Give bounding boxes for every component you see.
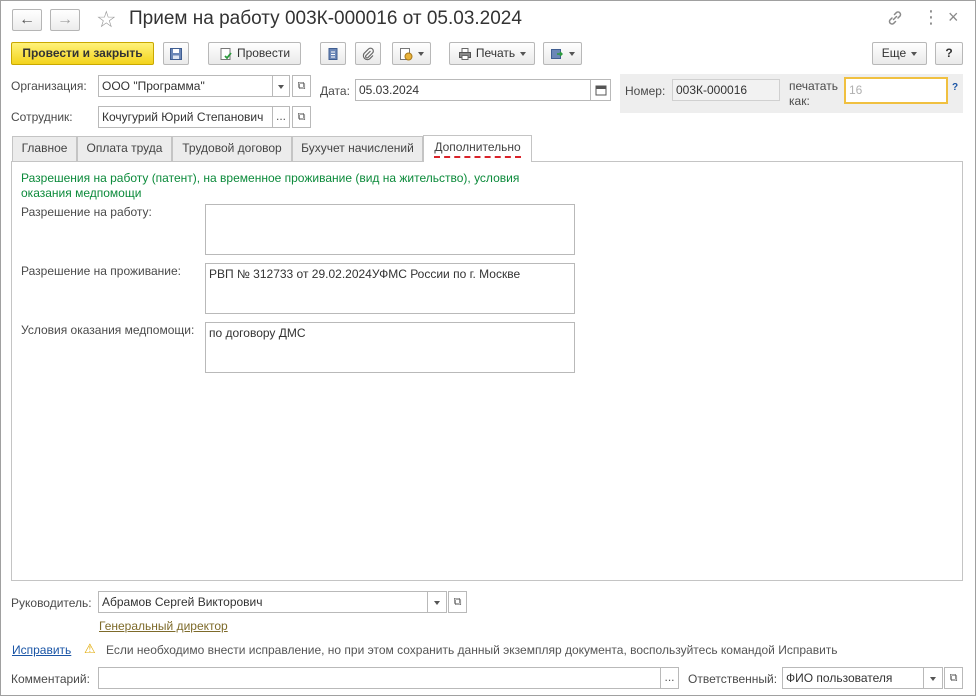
responsible-dropdown-button[interactable]	[923, 667, 943, 689]
responsible-field[interactable]: ФИО пользователя	[782, 667, 924, 689]
more-button[interactable]: Еще	[872, 42, 927, 65]
manager-field[interactable]: Абрамов Сергей Викторович	[98, 591, 428, 613]
manager-open-button[interactable]: ⧉	[448, 591, 467, 613]
tab-main[interactable]: Главное	[12, 136, 77, 161]
open-icon: ⧉	[297, 111, 306, 123]
number-label: Номер:	[625, 84, 666, 98]
post-and-close-button[interactable]: Провести и закрыть	[11, 42, 154, 65]
create-based-on-icon	[400, 47, 413, 61]
comment-field[interactable]	[98, 667, 661, 689]
link-icon[interactable]	[886, 9, 904, 32]
save-icon	[170, 47, 182, 60]
list-icon	[328, 47, 338, 60]
attach-files-button[interactable]	[355, 42, 381, 65]
post-button-label: Провести	[236, 46, 291, 60]
print-as-label-2: как:	[789, 94, 810, 108]
open-icon: ⧉	[949, 672, 958, 684]
print-button-label: Печать	[475, 46, 516, 60]
employee-field[interactable]: Кочугурий Юрий Степанович	[98, 106, 273, 128]
comment-label: Комментарий:	[11, 672, 90, 686]
post-button[interactable]: Провести	[208, 42, 301, 65]
chevron-down-icon	[418, 51, 424, 56]
tab-additional-label: Дополнительно	[434, 140, 521, 158]
organization-field[interactable]: ООО "Программа"	[98, 75, 273, 97]
fix-link[interactable]: Исправить	[12, 643, 71, 657]
comment-select-button[interactable]: ...	[660, 667, 679, 689]
organization-open-button[interactable]: ⧉	[292, 75, 311, 97]
responsible-open-button[interactable]: ⧉	[944, 667, 963, 689]
forward-button[interactable]: →	[50, 9, 80, 31]
organization-label: Организация:	[11, 79, 87, 93]
back-button[interactable]: ←	[12, 9, 42, 31]
printer-icon	[458, 47, 471, 60]
employee-select-button[interactable]: ...	[272, 106, 290, 128]
date-label: Дата:	[320, 84, 350, 98]
tab-payroll[interactable]: Оплата труда	[77, 136, 172, 161]
manager-position-link[interactable]: Генеральный директор	[99, 619, 228, 633]
paperclip-icon	[362, 47, 374, 60]
chevron-down-icon	[569, 51, 575, 56]
tab-additional[interactable]: Дополнительно	[423, 135, 532, 162]
open-icon: ⧉	[453, 596, 462, 608]
chevron-down-icon	[911, 51, 918, 56]
medical-conditions-field[interactable]: по договору ДМС	[205, 322, 575, 373]
section-title-line-1: Разрешения на работу (патент), на времен…	[21, 171, 520, 185]
print-as-help-icon[interactable]: ?	[952, 82, 958, 93]
post-icon	[220, 47, 232, 60]
work-permit-label: Разрешение на работу:	[21, 205, 152, 219]
more-button-label: Еще	[881, 46, 907, 60]
open-icon: ⧉	[297, 80, 306, 92]
reports-button[interactable]	[543, 42, 582, 65]
arrow-right-icon: →	[57, 11, 73, 28]
save-button[interactable]	[163, 42, 189, 65]
close-icon[interactable]: ×	[948, 7, 959, 28]
employee-open-button[interactable]: ⧉	[292, 106, 311, 128]
manager-dropdown-button[interactable]	[427, 591, 447, 613]
work-permit-field[interactable]	[205, 204, 575, 255]
ellipsis-icon: ...	[664, 670, 675, 684]
ellipsis-icon: ...	[275, 109, 286, 123]
organization-dropdown-button[interactable]	[272, 75, 290, 97]
responsible-label: Ответственный:	[688, 672, 778, 686]
medical-conditions-label: Условия оказания медпомощи:	[21, 323, 195, 337]
favorite-star-icon[interactable]: ☆	[96, 6, 117, 33]
print-as-label-1: печатать	[789, 79, 838, 93]
window-title: Прием на работу 003К-000016 от 05.03.202…	[129, 8, 522, 29]
document-journal-button[interactable]	[320, 42, 346, 65]
employee-label: Сотрудник:	[11, 110, 73, 124]
residence-permit-label: Разрешение на проживание:	[21, 264, 181, 278]
calendar-icon	[595, 85, 606, 96]
number-field: 003К-000016	[672, 79, 780, 101]
residence-permit-field[interactable]: РВП № 312733 от 29.02.2024УФМС России по…	[205, 263, 575, 314]
warning-icon: ⚠	[84, 641, 96, 656]
chevron-down-icon	[520, 51, 527, 56]
tab-employment-contract[interactable]: Трудовой договор	[172, 136, 292, 161]
arrow-left-icon: ←	[19, 11, 35, 28]
fix-hint: Если необходимо внести исправление, но п…	[106, 643, 838, 657]
calendar-button[interactable]	[590, 79, 611, 101]
print-button[interactable]: Печать	[449, 42, 535, 65]
tab-accounting[interactable]: Бухучет начислений	[292, 136, 423, 161]
create-based-on-button[interactable]	[392, 42, 431, 65]
section-title-line-2: оказания медпомощи	[21, 186, 142, 200]
print-as-field[interactable]: 16	[844, 77, 948, 104]
date-field[interactable]: 05.03.2024	[355, 79, 592, 101]
reports-icon	[551, 48, 563, 59]
manager-label: Руководитель:	[11, 596, 92, 610]
more-vert-icon[interactable]: ⋮	[922, 8, 940, 26]
help-button[interactable]: ?	[935, 42, 963, 65]
